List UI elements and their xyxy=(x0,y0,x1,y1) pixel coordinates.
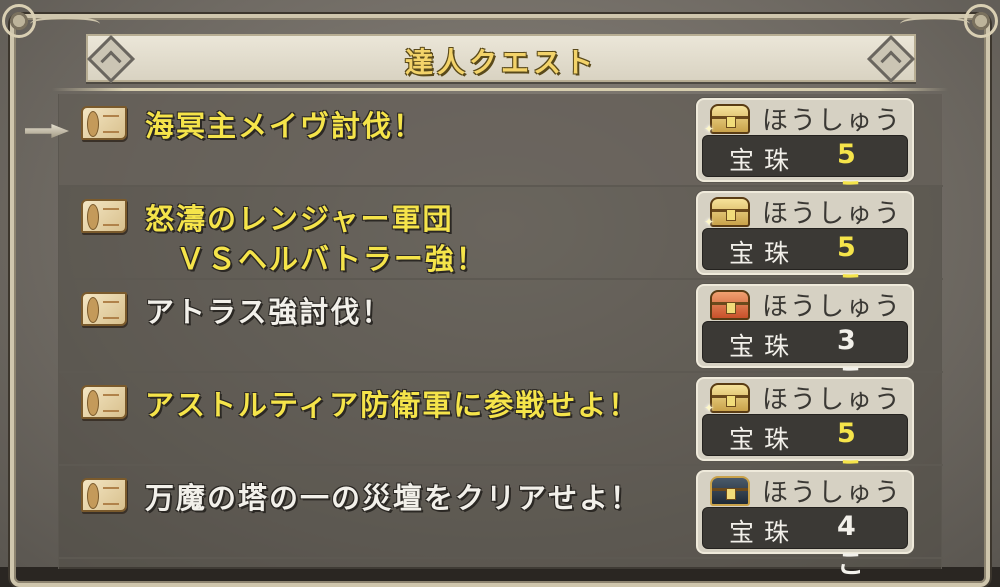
reward-item-box: 宝珠 5こ xyxy=(702,414,908,487)
quest-row-4[interactable]: 万魔の塔の一の災壇をクリアせよ！ ほうしゅう 宝珠 4こ xyxy=(59,466,943,580)
treasure-chest-icon xyxy=(710,383,750,413)
title-banner: 達人クエスト xyxy=(86,34,916,84)
quest-scroll-icon xyxy=(81,292,127,326)
quest-row-0[interactable]: 海冥主メイヴ討伐！ ✦ ほうしゅう 宝珠 5こ xyxy=(25,94,943,208)
sparkle-icon: ✦ xyxy=(704,215,715,229)
quest-title: 万魔の塔の一の災壇をクリアせよ！ xyxy=(145,481,642,515)
reward-item-name: 宝珠 xyxy=(729,239,800,268)
reward-label: ほうしゅう xyxy=(762,106,903,136)
treasure-chest-icon xyxy=(710,104,750,134)
quest-scroll-icon xyxy=(81,478,127,512)
quest-scroll-icon xyxy=(81,106,127,140)
quest-title: アストルティア防衛軍に参戦せよ！ xyxy=(145,388,640,422)
reward-label: ほうしゅう xyxy=(762,478,903,508)
reward-panel: ✦ ほうしゅう 宝珠 5こ xyxy=(696,98,914,208)
quest-window: 達人クエスト 海冥主メイヴ討伐！ ✦ ほうしゅう 宝珠 5こ 怒濤のレンジャー軍… xyxy=(0,0,1000,587)
treasure-chest-icon xyxy=(710,476,750,506)
reward-item-box: 宝珠 4こ xyxy=(702,507,908,580)
reward-panel: ほうしゅう 宝珠 4こ xyxy=(696,470,914,580)
reward-item-box: 宝珠 5こ xyxy=(702,135,908,208)
sparkle-icon: ✦ xyxy=(704,122,715,136)
quest-title: 怒濤のレンジャー軍団 ＶＳヘルバトラー強！ xyxy=(145,202,487,276)
quest-list: 海冥主メイヴ討伐！ ✦ ほうしゅう 宝珠 5こ 怒濤のレンジャー軍団 ＶＳヘルバ… xyxy=(25,94,943,580)
reward-item-name: 宝珠 xyxy=(729,146,800,175)
reward-panel: ✦ ほうしゅう 宝珠 5こ xyxy=(696,191,914,301)
sparkle-icon: ✦ xyxy=(704,401,715,415)
window-title: 達人クエスト xyxy=(404,46,597,79)
quest-title: 海冥主メイヴ討伐！ xyxy=(145,109,425,143)
scroll-ornament-right xyxy=(900,16,970,32)
quest-row-2[interactable]: アトラス強討伐！ ほうしゅう 宝珠 3こ xyxy=(59,280,943,394)
reward-item-box: 宝珠 5こ xyxy=(702,228,908,301)
reward-item-name: 宝珠 xyxy=(729,518,800,547)
title-divider xyxy=(52,88,948,91)
quest-scroll-icon xyxy=(81,385,127,419)
corner-ornament-right xyxy=(964,4,998,38)
quest-row-3[interactable]: アストルティア防衛軍に参戦せよ！ ✦ ほうしゅう 宝珠 5こ xyxy=(59,373,943,487)
reward-panel: ほうしゅう 宝珠 3こ xyxy=(696,284,914,394)
reward-label: ほうしゅう xyxy=(762,292,903,322)
reward-item-name: 宝珠 xyxy=(729,332,800,361)
reward-item-name: 宝珠 xyxy=(729,425,800,454)
treasure-chest-icon xyxy=(710,197,750,227)
reward-panel: ✦ ほうしゅう 宝珠 5こ xyxy=(696,377,914,487)
quest-row-1[interactable]: 怒濤のレンジャー軍団 ＶＳヘルバトラー強！ ✦ ほうしゅう 宝珠 5こ xyxy=(59,187,943,301)
reward-label: ほうしゅう xyxy=(762,385,903,415)
reward-item-box: 宝珠 3こ xyxy=(702,321,908,394)
reward-item-count: 4こ xyxy=(837,511,878,580)
scroll-ornament-left xyxy=(30,16,100,32)
quest-scroll-icon xyxy=(81,199,127,233)
reward-label: ほうしゅう xyxy=(762,199,903,229)
quest-title: アトラス強討伐！ xyxy=(145,295,393,329)
treasure-chest-icon xyxy=(710,290,750,320)
